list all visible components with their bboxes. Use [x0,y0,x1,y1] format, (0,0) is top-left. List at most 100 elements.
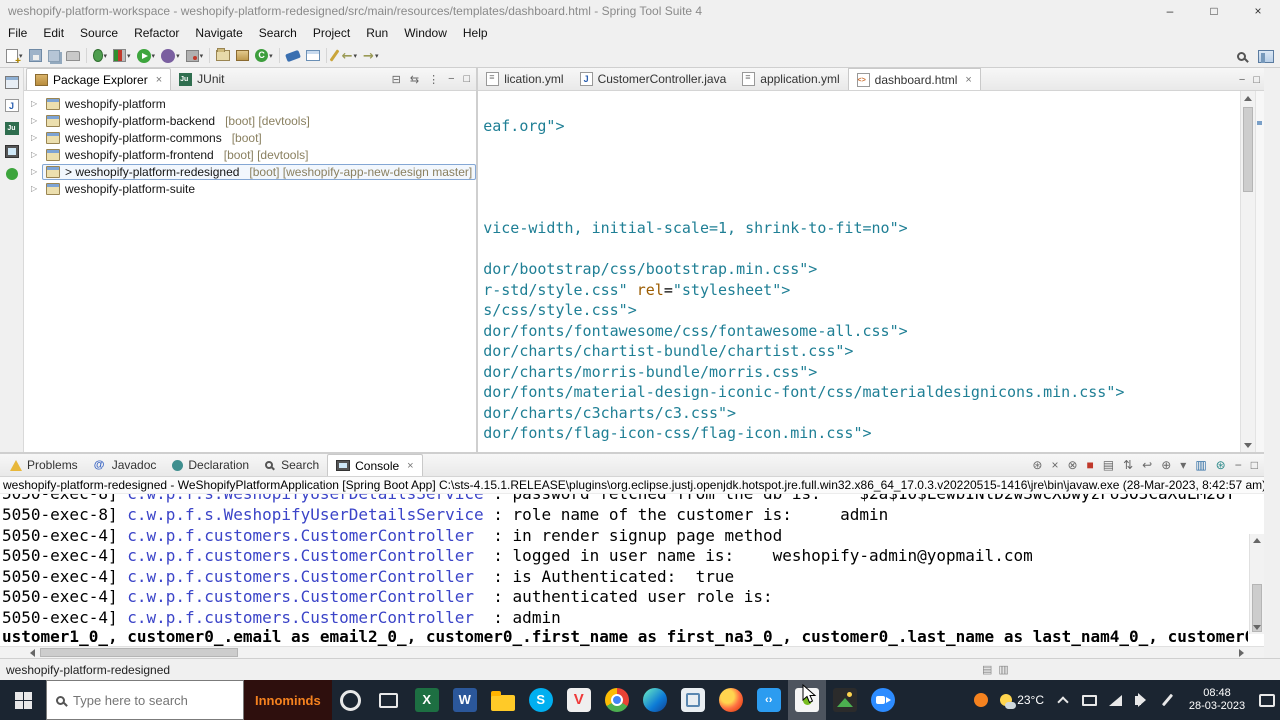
network-tray-button[interactable] [1102,680,1128,720]
view-tab-declaration[interactable]: Declaration [164,454,257,476]
taskbar-search[interactable] [46,680,244,720]
last-edit-location-icon[interactable] [329,45,340,67]
open-table-icon[interactable] [303,45,323,67]
tree-row[interactable]: ▷ weshopify-platform [24,95,476,112]
code-area[interactable]: eaf.org"> vice-width, initial-scale=1, sh… [483,95,1238,444]
editor-tab-application-yml[interactable]: application.yml [734,68,847,90]
save-all-icon[interactable] [45,45,63,67]
project-tree[interactable]: ▷ weshopify-platform ▷ weshopify-platform-b… [24,91,477,452]
menu-navigate[interactable]: Navigate [187,24,250,42]
new-java-project-icon[interactable] [213,45,233,67]
word-button[interactable] [446,680,484,720]
view-tab-search[interactable]: Search [257,454,327,476]
taskbar-clock[interactable]: 08:48 28-03-2023 [1180,687,1254,713]
close-tab-icon[interactable]: × [965,74,971,86]
forward-icon[interactable]: ▾ [360,45,381,67]
back-icon[interactable]: ▾ [339,45,360,67]
expand-arrow-icon[interactable]: ▷ [31,184,42,193]
display-console-icon[interactable]: ▾ [1180,458,1186,472]
editor-vertical-scrollbar[interactable] [1240,91,1255,452]
tree-row[interactable]: ▷ weshopify-platform-commons [boot] [24,129,476,146]
view-tab-problems[interactable]: Problems [2,454,86,476]
pen-tray-button[interactable] [1154,680,1180,720]
menu-project[interactable]: Project [305,24,358,42]
new-class-icon[interactable]: ▾ [252,45,276,67]
photos-button[interactable] [826,680,864,720]
search-input[interactable] [73,692,223,708]
boot-dashboard-view-icon[interactable] [5,168,18,180]
remove-launch-icon[interactable]: × [1051,458,1058,472]
console-scroll-up-icon[interactable] [1250,534,1264,547]
menu-help[interactable]: Help [455,24,496,42]
edge-button[interactable] [636,680,674,720]
view-tab-console[interactable]: Console × [327,454,423,476]
scroll-down-icon[interactable] [1241,438,1255,452]
expand-arrow-icon[interactable]: ▷ [31,99,42,108]
expand-arrow-icon[interactable]: ▷ [31,133,42,142]
java-view-icon[interactable] [4,99,19,112]
menu-edit[interactable]: Edit [35,24,72,42]
editor-tab-customercontroller-java[interactable]: CustomerController.java [572,68,735,90]
pin-console-icon[interactable]: ⊕ [1161,458,1171,472]
console-horizontal-scrollbar[interactable] [0,646,1264,658]
file-explorer-button[interactable] [484,680,522,720]
link-with-editor-icon[interactable]: ⇆ [410,73,419,86]
expand-arrow-icon[interactable]: ▷ [31,150,42,159]
chrome-button[interactable] [598,680,636,720]
scroll-up-icon[interactable] [1241,91,1255,105]
menu-refactor[interactable]: Refactor [126,24,187,42]
weather-widget[interactable]: 23°C [994,693,1050,709]
restore-view-icon[interactable] [4,76,19,89]
console-hscroll-thumb[interactable] [40,648,238,657]
launch-config-icon[interactable]: ⊛ [1032,458,1042,472]
skype-button[interactable] [522,680,560,720]
minimize-button[interactable]: – [1148,0,1192,22]
minimize-panel-icon[interactable]: − [1235,458,1242,472]
firefox-button[interactable] [712,680,750,720]
zoom-button[interactable] [864,680,902,720]
maximize-editor-icon[interactable]: □ [1253,74,1260,86]
menu-source[interactable]: Source [72,24,126,42]
expand-arrow-icon[interactable]: ▷ [31,116,42,125]
word-wrap-icon[interactable]: ↩ [1142,458,1152,472]
print-icon[interactable] [63,45,83,67]
junit-view-icon[interactable] [4,122,19,135]
tree-row[interactable]: ▷ weshopify-platform-backend [boot] [devto… [24,112,476,129]
tree-row[interactable]: ▷ > weshopify-platform-redesigned [boot] [… [24,163,477,180]
tray-app-button[interactable] [968,680,994,720]
save-icon[interactable] [26,45,45,67]
remove-all-launches-icon[interactable]: ⊗ [1067,458,1077,472]
open-search-icon[interactable] [283,45,303,67]
editor-tab-dashboard-html[interactable]: dashboard.html × [847,68,981,90]
menu-search[interactable]: Search [251,24,305,42]
terminate-icon[interactable]: ■ [1087,458,1094,472]
console-view-icon[interactable] [4,145,19,158]
console-scroll-down-icon[interactable] [1250,621,1264,634]
console-vertical-scrollbar[interactable] [1249,534,1264,634]
innominds-app-button[interactable]: Innominds [244,680,332,720]
view-tab-package-explorer[interactable]: Package Explorer × [26,68,172,90]
debug-icon[interactable]: ▾ [90,45,111,67]
coverage-icon[interactable]: ▾ [110,45,134,67]
menu-run[interactable]: Run [358,24,396,42]
start-button[interactable] [0,680,46,720]
excel-button[interactable] [408,680,446,720]
external-tools-icon[interactable]: ▾ [183,45,207,67]
editor-body[interactable]: eaf.org"> vice-width, initial-scale=1, sh… [478,91,1264,452]
snipping-tool-button[interactable] [674,680,712,720]
task-view-button[interactable] [370,680,408,720]
new-package-icon[interactable] [233,45,252,67]
quick-access-search-icon[interactable] [1237,51,1246,61]
scroll-lock-icon[interactable]: ⇅ [1123,458,1133,472]
maximize-button[interactable]: □ [1192,0,1236,22]
profile-icon[interactable]: ▾ [158,45,183,67]
show-hidden-icons-button[interactable] [1050,680,1076,720]
menu-window[interactable]: Window [396,24,455,42]
console-body[interactable]: 5050-exec-8] c.w.p.f.s.WeshopifyUserDeta… [0,494,1264,646]
notification-center-button[interactable] [1254,680,1280,720]
view-tab-junit[interactable]: JUnit [171,68,232,90]
minimize-view-icon[interactable]: − [448,73,454,85]
maximize-panel-icon[interactable]: □ [1251,458,1258,472]
editor-tab-lication-yml[interactable]: lication.yml [478,68,571,90]
view-menu-icon[interactable]: ⋮ [428,73,439,86]
